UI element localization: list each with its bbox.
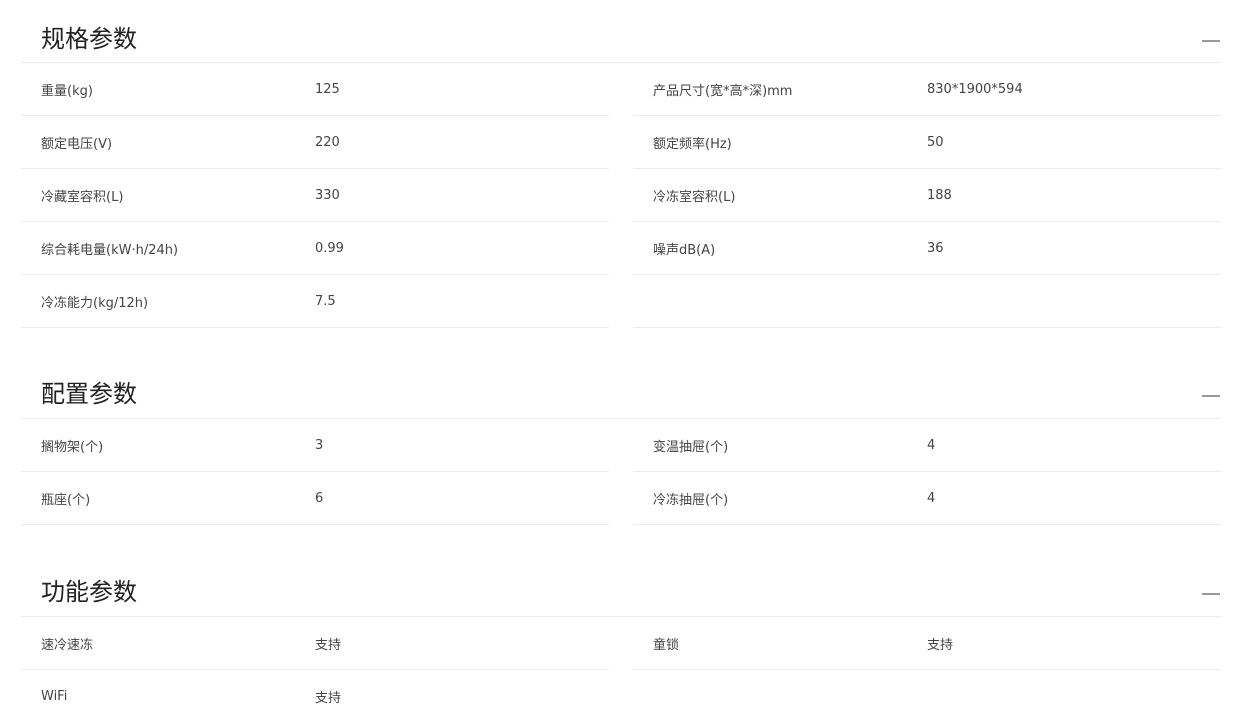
spec-row-empty — [633, 275, 1221, 328]
spec-label: 冷冻抽屉(个) — [653, 492, 729, 508]
spec-row: 产品尺寸(宽*高*深)mm 830*1900*594 — [633, 63, 1221, 116]
spec-label: 冷冻能力(kg/12h) — [41, 295, 149, 311]
spec-value: 4 — [927, 490, 936, 506]
spec-label: 重量(kg) — [41, 83, 93, 99]
minus-icon[interactable] — [1202, 395, 1220, 397]
section-title: 配置参数 — [41, 380, 137, 408]
minus-icon[interactable] — [1202, 593, 1220, 595]
section-header: 规格参数 — [21, 0, 1221, 63]
spec-label: 产品尺寸(宽*高*深)mm — [653, 83, 793, 99]
config-grid: 搁物架(个) 3 变温抽屉(个) 4 瓶座(个) 6 冷冻抽屉(个) 4 — [21, 419, 1221, 525]
spec-row: 冷藏室容积(L) 330 — [21, 169, 609, 222]
spec-value: 支持 — [315, 691, 342, 706]
features-grid: 速冷速冻 支持 童锁 支持 WiFi 支持 — [21, 617, 1221, 723]
spec-label: 噪声dB(A) — [653, 242, 716, 258]
spec-value: 6 — [315, 490, 324, 506]
spec-row: 冷冻抽屉(个) 4 — [633, 472, 1221, 525]
section-title: 规格参数 — [41, 25, 137, 53]
spec-value: 50 — [927, 134, 944, 150]
spec-value: 220 — [315, 134, 340, 150]
spec-row: 变温抽屉(个) 4 — [633, 419, 1221, 472]
spec-label: 冷冻室容积(L) — [653, 189, 736, 205]
spec-row: 速冷速冻 支持 — [21, 617, 609, 670]
spec-row: 额定电压(V) 220 — [21, 116, 609, 169]
spec-value: 36 — [927, 240, 944, 256]
spec-value: 0.99 — [315, 240, 344, 256]
spec-value: 330 — [315, 187, 340, 203]
spec-value: 支持 — [927, 637, 954, 653]
spec-row: 综合耗电量(kW·h/24h) 0.99 — [21, 222, 609, 275]
spec-label: 瓶座(个) — [41, 492, 91, 508]
spec-row: 额定频率(Hz) 50 — [633, 116, 1221, 169]
spec-row: 童锁 支持 — [633, 617, 1221, 670]
section-header: 功能参数 — [21, 553, 1221, 617]
spec-row: 重量(kg) 125 — [21, 63, 609, 116]
spec-label: 变温抽屉(个) — [653, 439, 729, 455]
spec-row: 冷冻能力(kg/12h) 7.5 — [21, 275, 609, 328]
spec-value: 7.5 — [315, 293, 336, 309]
spec-page: 规格参数 重量(kg) 125 产品尺寸(宽*高*深)mm 830*1900*5… — [21, 0, 1221, 723]
minus-icon[interactable] — [1202, 40, 1220, 42]
section-specs: 规格参数 重量(kg) 125 产品尺寸(宽*高*深)mm 830*1900*5… — [21, 0, 1221, 328]
spec-label: WiFi — [41, 689, 68, 704]
spec-value: 支持 — [315, 637, 342, 653]
spec-row: 冷冻室容积(L) 188 — [633, 169, 1221, 222]
spec-label: 冷藏室容积(L) — [41, 189, 124, 205]
spec-value: 830*1900*594 — [927, 81, 1023, 97]
section-title: 功能参数 — [41, 578, 137, 606]
spec-label: 童锁 — [653, 637, 680, 653]
spec-label: 搁物架(个) — [41, 439, 104, 455]
section-features: 功能参数 速冷速冻 支持 童锁 支持 WiFi 支持 — [21, 553, 1221, 723]
spec-row: 搁物架(个) 3 — [21, 419, 609, 472]
section-header: 配置参数 — [21, 355, 1221, 419]
spec-value: 4 — [927, 437, 936, 453]
spec-value: 188 — [927, 187, 952, 203]
spec-label: 额定电压(V) — [41, 136, 113, 152]
section-config: 配置参数 搁物架(个) 3 变温抽屉(个) 4 瓶座(个) 6 冷冻抽屉(个) … — [21, 355, 1221, 525]
spec-label: 额定频率(Hz) — [653, 136, 732, 152]
spec-grid: 重量(kg) 125 产品尺寸(宽*高*深)mm 830*1900*594 额定… — [21, 63, 1221, 328]
spec-row-empty — [633, 670, 1221, 723]
spec-value: 125 — [315, 81, 340, 97]
spec-label: 速冷速冻 — [41, 637, 94, 653]
spec-value: 3 — [315, 437, 324, 453]
spec-row: WiFi 支持 — [21, 670, 609, 723]
spec-label: 综合耗电量(kW·h/24h) — [41, 242, 179, 258]
spec-row: 噪声dB(A) 36 — [633, 222, 1221, 275]
spec-row: 瓶座(个) 6 — [21, 472, 609, 525]
